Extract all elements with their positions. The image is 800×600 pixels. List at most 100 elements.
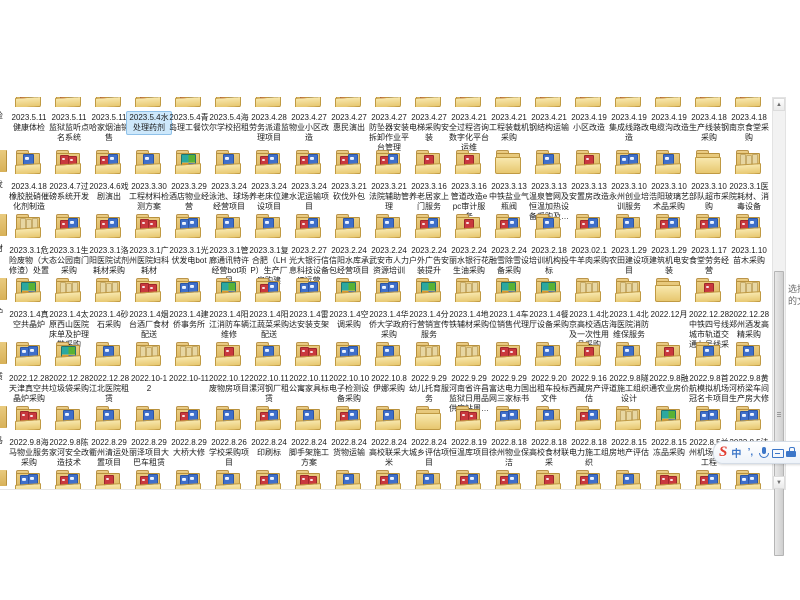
scrollbar-thumb[interactable] xyxy=(774,271,784,556)
folder-icon xyxy=(415,406,441,430)
folder-icon xyxy=(415,150,441,174)
cut-folder-icon xyxy=(0,150,7,172)
folder-icon xyxy=(735,214,761,238)
folder-icon xyxy=(535,406,561,430)
folder-icon xyxy=(335,97,361,107)
folder-icon xyxy=(95,278,121,302)
folder-icon xyxy=(655,278,681,302)
folder-icon xyxy=(215,406,241,430)
folder-icon xyxy=(15,214,41,238)
folder-icon xyxy=(255,214,281,238)
file-grid: 2023.5.11健康体检2023.5.11监狱监听点名系统2023.5.11哈… xyxy=(8,97,768,490)
scroll-up-button[interactable]: ▲ xyxy=(773,98,785,111)
folder-icon xyxy=(615,214,641,238)
folder-icon xyxy=(135,278,161,302)
folder-icon xyxy=(175,278,201,302)
folder-icon xyxy=(95,470,121,489)
folder-icon xyxy=(535,278,561,302)
folder-icon xyxy=(575,406,601,430)
folder-icon xyxy=(655,470,681,489)
folder-icon xyxy=(255,278,281,302)
preview-pane-hint: 选择 的文 xyxy=(788,283,800,307)
scroll-down-button[interactable]: ▼ xyxy=(773,476,785,489)
folder-icon xyxy=(615,470,641,489)
folder-icon xyxy=(175,97,201,107)
cut-label-fragment: 检 xyxy=(0,111,7,121)
folder-icon xyxy=(735,406,761,430)
folder-icon xyxy=(695,150,721,174)
folder-label: 2023.1.10苗木采购 xyxy=(726,244,772,268)
folder-icon xyxy=(15,342,41,366)
folder-icon xyxy=(215,278,241,302)
folder-icon xyxy=(55,214,81,238)
folder-icon xyxy=(695,97,721,107)
folder-icon xyxy=(255,150,281,174)
content-bottom-border xyxy=(0,489,786,490)
folder-icon xyxy=(615,278,641,302)
folder-icon xyxy=(175,470,201,489)
folder-icon xyxy=(375,214,401,238)
cut-label-fragment: 材 xyxy=(0,244,7,254)
folder-icon xyxy=(55,278,81,302)
folder-icon xyxy=(215,342,241,366)
chinese-mode-icon[interactable]: 中 xyxy=(729,445,743,461)
folder-icon xyxy=(575,150,601,174)
folder-icon xyxy=(295,214,321,238)
folder-icon xyxy=(135,342,161,366)
folder-icon xyxy=(215,470,241,489)
folder-icon xyxy=(335,214,361,238)
cut-folder-icon xyxy=(0,342,7,364)
folder-icon xyxy=(735,150,761,174)
cut-folder-column: 检发材炉赁马 xyxy=(0,97,8,490)
folder-icon xyxy=(375,406,401,430)
folder-icon xyxy=(575,342,601,366)
folder-icon xyxy=(455,214,481,238)
folder-icon xyxy=(135,470,161,489)
vertical-scrollbar[interactable]: ▲ ▼ xyxy=(772,97,786,490)
folder-icon xyxy=(655,97,681,107)
folder-icon xyxy=(255,406,281,430)
folder-icon xyxy=(215,150,241,174)
folder-icon xyxy=(655,342,681,366)
folder-icon xyxy=(175,342,201,366)
folder-icon xyxy=(335,342,361,366)
folder-icon xyxy=(175,150,201,174)
sogou-logo-icon[interactable]: S xyxy=(719,445,727,460)
folder-icon xyxy=(655,406,681,430)
folder-icon xyxy=(375,278,401,302)
cut-label-fragment: 马 xyxy=(0,436,7,446)
folder-icon xyxy=(615,150,641,174)
sogou-ime-toolbar[interactable]: S 中’, xyxy=(713,441,800,464)
folder-icon xyxy=(495,150,521,174)
folder-icon xyxy=(335,470,361,489)
folder-icon xyxy=(655,214,681,238)
folder-icon xyxy=(295,406,321,430)
folder-icon xyxy=(255,342,281,366)
folder-icon xyxy=(455,406,481,430)
skin-toolbox-icon[interactable] xyxy=(785,445,799,461)
folder-label: 2022.12.28郑州酒发高精采购 xyxy=(726,308,772,342)
punctuation-mode-icon[interactable]: ’, xyxy=(743,445,757,461)
folder-icon xyxy=(455,97,481,107)
cut-folder-icon xyxy=(0,470,7,486)
cut-folder-icon xyxy=(0,214,7,236)
folder-icon xyxy=(735,470,761,489)
folder-icon xyxy=(15,278,41,302)
folder-icon xyxy=(495,406,521,430)
folder-icon xyxy=(495,97,521,107)
folder-icon xyxy=(15,470,41,489)
folder-icon xyxy=(735,342,761,366)
soft-keyboard-icon[interactable] xyxy=(771,445,785,461)
folder-icon xyxy=(455,470,481,489)
voice-input-icon[interactable] xyxy=(757,445,771,461)
folder-icon xyxy=(575,97,601,107)
folder-icon xyxy=(175,406,201,430)
cut-label-fragment: 发 xyxy=(0,180,7,190)
folder-icon xyxy=(415,278,441,302)
folder-icon xyxy=(55,406,81,430)
folder-icon xyxy=(215,214,241,238)
folder-icon xyxy=(575,470,601,489)
folder-icon xyxy=(535,97,561,107)
folder-icon xyxy=(295,278,321,302)
folder-icon xyxy=(175,214,201,238)
